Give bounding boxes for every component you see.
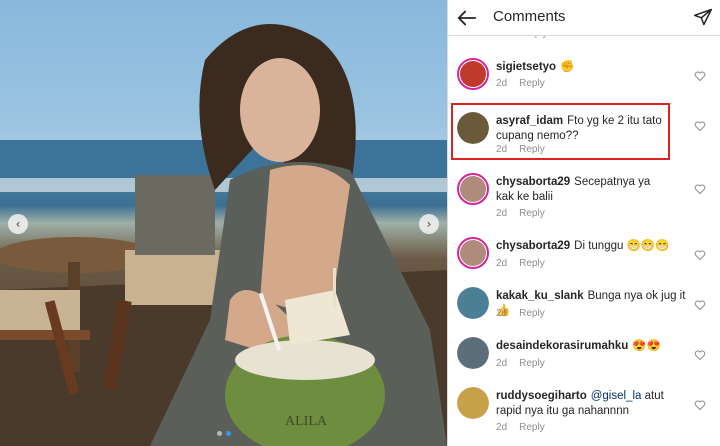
arrow-left-icon[interactable] (456, 7, 478, 29)
chevron-left-icon[interactable]: ‹ (8, 214, 28, 234)
carousel-dot (216, 431, 222, 436)
comment-username[interactable]: desaindekorasirumahku (496, 340, 628, 352)
comment-time: 2d (496, 358, 508, 369)
heart-icon[interactable] (694, 399, 706, 411)
avatar[interactable] (457, 58, 489, 90)
photo-illustration: ALILA (0, 0, 447, 446)
reply-link[interactable]: Reply (519, 78, 545, 89)
comment-meta: 2d Reply (496, 422, 545, 433)
paper-plane-icon[interactable] (693, 7, 713, 27)
reply-link[interactable]: Reply (519, 208, 545, 219)
heart-icon[interactable] (694, 249, 706, 261)
heart-icon[interactable] (694, 299, 706, 311)
comment-time: 2d (496, 78, 508, 89)
heart-icon[interactable] (694, 120, 706, 132)
avatar[interactable] (457, 337, 489, 369)
reply-link[interactable]: Reply (519, 358, 545, 369)
comment-time: 2d (496, 308, 508, 319)
comment-time: 2d (496, 258, 508, 269)
avatar[interactable] (457, 287, 489, 319)
heart-icon[interactable] (694, 183, 706, 195)
comment-meta: 2d Reply (496, 358, 545, 369)
comment-body: Di tunggu 😁😁😁 (574, 240, 670, 252)
chevron-right-icon[interactable]: › (419, 214, 439, 234)
avatar[interactable] (457, 387, 489, 419)
reply-link[interactable]: Reply (519, 308, 545, 319)
carousel-dots (0, 431, 447, 436)
cup-brand-text: ALILA (285, 414, 328, 429)
highlight-box (451, 103, 670, 160)
comment-body: ✊ (560, 61, 575, 73)
reply-link[interactable]: Reply (519, 422, 545, 433)
avatar[interactable] (457, 173, 489, 205)
comment-meta: 2d Reply (496, 208, 545, 219)
heart-icon[interactable] (694, 349, 706, 361)
comment-time: 2d (496, 422, 508, 433)
heart-icon[interactable] (694, 70, 706, 82)
post-photo[interactable]: ALILA ‹ › (0, 0, 447, 446)
comment-username[interactable]: kakak_ku_slank (496, 290, 584, 302)
comments-header: Comments (448, 0, 720, 36)
comment-username[interactable]: sigietsetyo (496, 61, 556, 73)
comment-meta: 2d Reply (496, 78, 545, 89)
comments-panel: Comments 2d Reply sigietsetyo✊ 2dReply a… (447, 0, 720, 446)
comment-username[interactable]: chysaborta29 (496, 240, 570, 252)
comment-text: sigietsetyo ✊ (496, 60, 676, 75)
comment-meta: 2d Reply (496, 308, 545, 319)
carousel-dot-active (225, 431, 231, 436)
comment-time: 2d (496, 208, 508, 219)
comment-text: ruddysoegiharto @gisel_la atut rapid nya … (496, 389, 681, 419)
page-title: Comments (493, 8, 566, 25)
comment-text: chysaborta29 Secepatnya ya kak ke balii (496, 175, 666, 205)
comment-text: desaindekorasirumahku 😍😍 (496, 339, 691, 354)
comment-username[interactable]: chysaborta29 (496, 176, 570, 188)
avatar[interactable] (457, 237, 489, 269)
comment-username[interactable]: ruddysoegiharto (496, 390, 587, 402)
comment-text: chysaborta29 Di tunggu 😁😁😁 (496, 239, 676, 254)
comment-meta: 2d Reply (496, 258, 545, 269)
comment-body: 😍😍 (632, 340, 661, 352)
comment-mention[interactable]: @gisel_la (591, 390, 642, 402)
reply-link[interactable]: Reply (519, 258, 545, 269)
